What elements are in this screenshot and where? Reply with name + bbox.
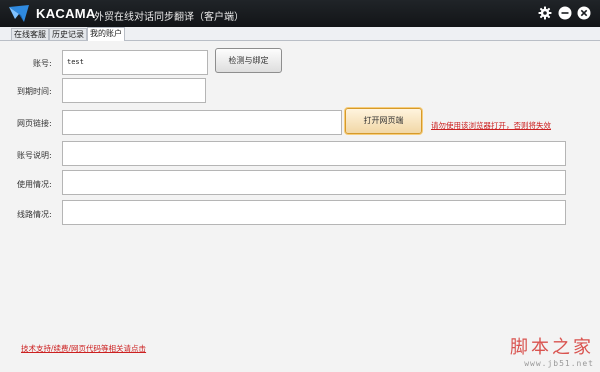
open-warning-link[interactable]: 请勿使用该浏览器打开，否则将失效 xyxy=(431,120,551,131)
line-status-label: 线路情况: xyxy=(17,210,52,219)
account-field[interactable]: test xyxy=(62,50,208,75)
account-desc-label: 账号说明: xyxy=(17,151,52,160)
check-bind-button[interactable]: 检测与绑定 xyxy=(215,48,282,73)
usage-field[interactable] xyxy=(62,170,566,195)
tab-bar: 在线客服 历史记录 我的账户 xyxy=(0,27,600,41)
open-webpage-button[interactable]: 打开网页端 xyxy=(345,108,422,134)
support-link[interactable]: 技术支持/续费/网页代码等相关请点击 xyxy=(21,343,146,354)
account-panel: 账号: test 检测与绑定 到期时间: 网页链接: 打开网页端 请勿使用该浏览… xyxy=(0,41,600,372)
gear-icon[interactable] xyxy=(538,6,552,20)
expire-label: 到期时间: xyxy=(17,87,52,96)
account-label: 账号: xyxy=(33,59,52,68)
webpage-link-field[interactable] xyxy=(62,110,342,135)
app-name: KACAMA xyxy=(36,6,96,21)
minimize-icon[interactable] xyxy=(558,6,572,20)
title-bar: KACAMA 外贸在线对话同步翻译（客户端） xyxy=(0,0,600,27)
watermark-main: 脚本之家 xyxy=(510,337,594,358)
app-subtitle: 外贸在线对话同步翻译（客户端） xyxy=(94,12,244,23)
watermark-url: www.jb51.net xyxy=(524,359,594,368)
tab-my-account[interactable]: 我的账户 xyxy=(87,27,125,41)
kacama-logo-icon xyxy=(9,5,29,22)
tab-history[interactable]: 历史记录 xyxy=(49,28,87,40)
close-icon[interactable] xyxy=(577,6,591,20)
watermark: 脚本之家 www.jb51.net xyxy=(510,333,594,368)
tab-online-service[interactable]: 在线客服 xyxy=(11,28,49,40)
webpage-link-label: 网页链接: xyxy=(17,119,52,128)
expire-field[interactable] xyxy=(62,78,206,103)
account-desc-field[interactable] xyxy=(62,141,566,166)
line-status-field[interactable] xyxy=(62,200,566,225)
usage-label: 使用情况: xyxy=(17,180,52,189)
